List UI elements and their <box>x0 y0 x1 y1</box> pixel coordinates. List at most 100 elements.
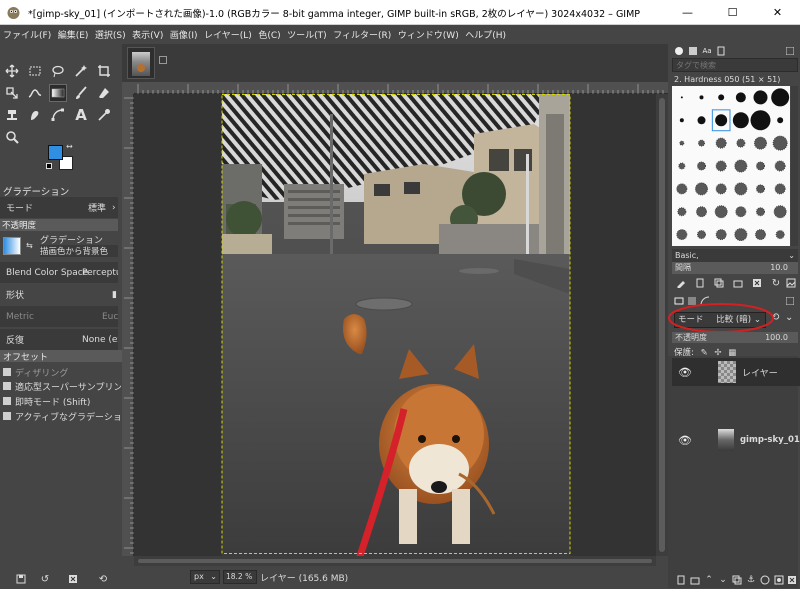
patterns-tab-icon[interactable] <box>686 44 700 58</box>
brush-preview[interactable] <box>698 139 705 147</box>
restore-options-icon[interactable]: ↺ <box>36 572 54 586</box>
vertical-ruler[interactable] <box>122 94 134 556</box>
brush-scrollbar[interactable] <box>791 86 798 246</box>
layer-opacity-slider[interactable]: 不透明度 100.0 <box>672 332 798 343</box>
shape-row[interactable]: 形状 ▮ <box>0 284 118 305</box>
mode-row[interactable]: モード 標準 › <box>0 197 118 218</box>
brush-preview[interactable] <box>676 229 688 241</box>
brush-preview[interactable] <box>756 184 765 194</box>
brush-preview[interactable] <box>771 88 790 107</box>
lasso-icon[interactable] <box>49 62 67 80</box>
brush-preview[interactable] <box>773 205 787 219</box>
brush-preview[interactable] <box>754 136 767 150</box>
menu-help[interactable]: ヘルプ(H) <box>465 28 506 41</box>
edit-brush-icon[interactable] <box>674 276 688 290</box>
blend-space-row[interactable]: Blend Color Space Perceptual <box>0 262 118 283</box>
menu-select[interactable]: 選択(S) <box>95 28 126 41</box>
copy-brush-location-icon[interactable] <box>731 276 745 290</box>
document-history-icon[interactable] <box>714 44 728 58</box>
mode-expand-icon[interactable]: ⌄ <box>785 312 793 323</box>
anchor-layer-icon[interactable]: ⚓ <box>744 573 758 587</box>
horizontal-scrollbar[interactable] <box>134 556 656 566</box>
brush-preview[interactable] <box>753 90 768 105</box>
brush-preview[interactable] <box>677 207 687 217</box>
smudge-icon[interactable] <box>26 106 44 124</box>
brush-preview[interactable] <box>735 206 747 218</box>
new-brush-icon[interactable] <box>693 276 707 290</box>
brush-grid[interactable] <box>672 86 790 246</box>
lower-layer-icon[interactable]: ⌄ <box>716 573 730 587</box>
brush-preview[interactable] <box>772 135 788 151</box>
reverse-gradient-icon[interactable]: ⇆ <box>26 241 33 250</box>
delete-layer-icon[interactable] <box>785 573 799 587</box>
brush-preview[interactable] <box>695 182 708 196</box>
opacity-slider[interactable]: 不透明度 <box>0 219 118 231</box>
raise-layer-icon[interactable]: ⌃ <box>702 573 716 587</box>
menu-filters[interactable]: フィルター(R) <box>333 28 391 41</box>
close-button[interactable]: ✕ <box>755 0 800 25</box>
brush-preview[interactable] <box>676 183 688 195</box>
brush-preview[interactable] <box>775 230 785 240</box>
eye-visible-icon[interactable]: 👁 <box>678 366 692 379</box>
brush-tag-filter[interactable] <box>672 58 798 72</box>
menu-layer[interactable]: レイヤー(L) <box>204 28 252 41</box>
layer-row[interactable]: 👁 レイヤー <box>672 358 800 386</box>
default-colors-icon[interactable] <box>46 163 52 169</box>
brush-preview[interactable] <box>718 94 725 101</box>
swap-colors-icon[interactable]: ↔ <box>66 142 73 151</box>
merge-layer-icon[interactable] <box>758 573 772 587</box>
menu-file[interactable]: ファイル(F) <box>3 28 51 41</box>
gradient-preview[interactable] <box>3 237 21 255</box>
brush-preview[interactable] <box>756 207 765 217</box>
delete-brush-icon[interactable] <box>750 276 764 290</box>
brush-preview[interactable] <box>715 137 727 149</box>
open-as-image-icon[interactable] <box>784 276 798 290</box>
canvas-area[interactable] <box>134 94 656 556</box>
new-layer-group-icon[interactable] <box>688 573 702 587</box>
warp-transform-icon[interactable] <box>26 84 44 102</box>
text-tool-icon[interactable]: A <box>72 106 90 124</box>
crop-icon[interactable] <box>95 62 113 80</box>
layer-row[interactable]: 👁 gimp-sky_01 <box>672 426 800 454</box>
gradient-value[interactable]: 描画色から背景色 <box>40 245 118 257</box>
paintbrush-icon[interactable] <box>72 84 90 102</box>
duplicate-brush-icon[interactable] <box>712 276 726 290</box>
zoom-tool-icon[interactable] <box>3 128 21 146</box>
brush-preview[interactable] <box>696 206 707 218</box>
brush-preview[interactable] <box>678 162 686 170</box>
reset-options-icon[interactable]: ⟲ <box>94 572 112 586</box>
brush-preview[interactable] <box>777 117 784 124</box>
brush-preview[interactable] <box>734 159 748 173</box>
brush-preview[interactable] <box>750 110 771 131</box>
fuzzy-select-icon[interactable] <box>72 62 90 80</box>
minimize-button[interactable]: — <box>665 0 710 25</box>
brush-preview[interactable] <box>697 161 706 171</box>
brush-preview[interactable] <box>679 140 685 146</box>
brush-preview[interactable] <box>755 229 766 241</box>
delete-options-icon[interactable] <box>64 572 82 586</box>
brush-preview[interactable] <box>679 118 684 123</box>
repeat-row[interactable]: 反復 None (ex <box>0 329 118 350</box>
foreground-color-swatch[interactable] <box>48 145 63 160</box>
eraser-icon[interactable] <box>95 84 113 102</box>
brush-preview[interactable] <box>697 116 706 125</box>
rect-select-icon[interactable] <box>26 62 44 80</box>
color-picker-icon[interactable] <box>95 106 113 124</box>
zoom-select[interactable]: 18.2 % <box>223 570 257 584</box>
brush-preview[interactable] <box>735 92 746 103</box>
menu-windows[interactable]: ウィンドウ(W) <box>398 28 459 41</box>
brush-preview[interactable] <box>736 138 746 148</box>
image-tab-thumbnail[interactable] <box>127 47 155 79</box>
gradient-tool-icon[interactable] <box>49 84 67 102</box>
brush-preview[interactable] <box>732 112 749 129</box>
brush-preview[interactable] <box>734 228 748 242</box>
paths-tool-icon[interactable] <box>49 106 67 124</box>
dithering-checkbox[interactable]: ディザリング <box>3 366 68 379</box>
brushes-tab-icon[interactable] <box>672 44 686 58</box>
brush-preview[interactable] <box>680 96 683 99</box>
menu-image[interactable]: 画像(I) <box>170 28 198 41</box>
image-canvas[interactable] <box>134 94 656 556</box>
instant-mode-checkbox[interactable]: 即時モード (Shift) <box>3 395 90 408</box>
close-tab-icon[interactable] <box>159 56 167 64</box>
brush-preview[interactable] <box>774 183 786 195</box>
